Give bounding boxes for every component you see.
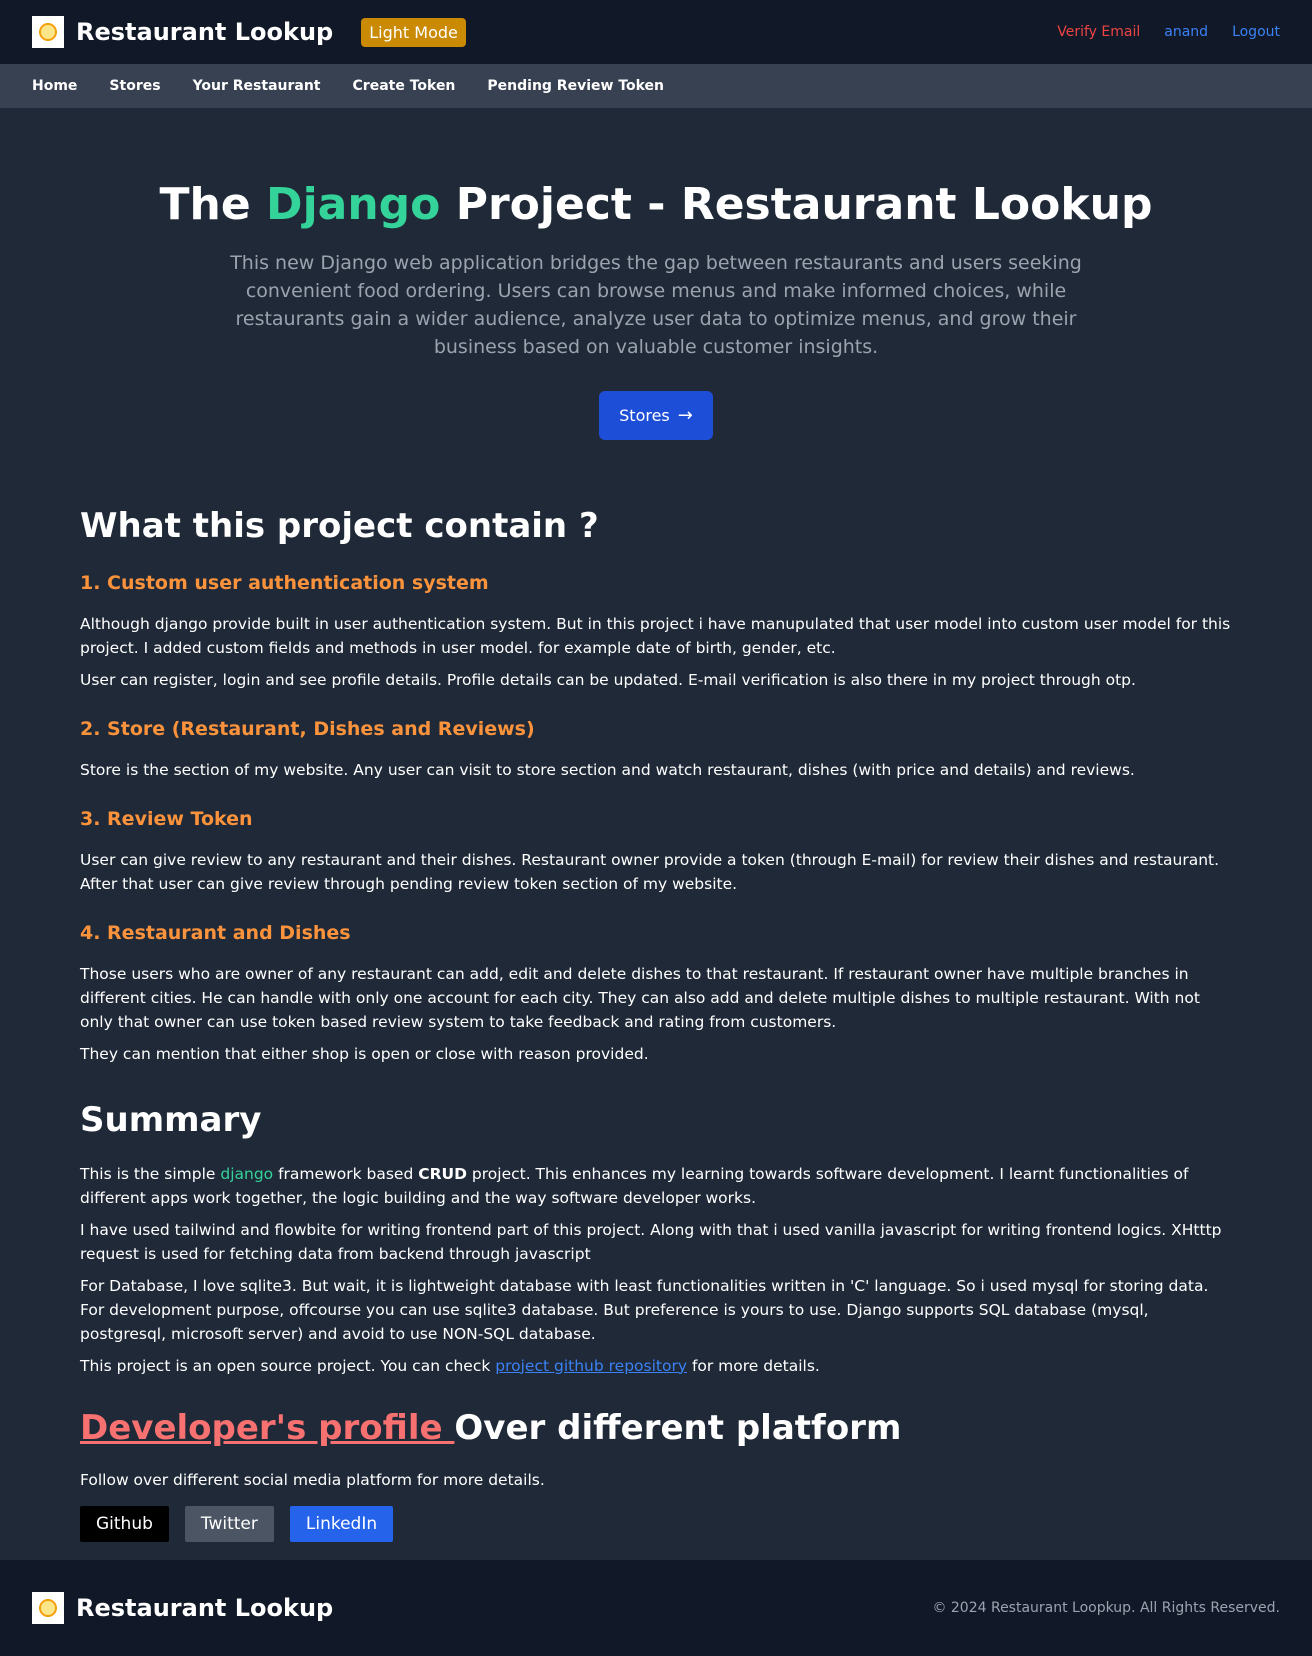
logout-link[interactable]: Logout xyxy=(1232,24,1280,40)
arrow-right-icon: → xyxy=(677,404,693,426)
github-button[interactable]: Github xyxy=(80,1505,169,1542)
verify-email-link[interactable]: Verify Email xyxy=(1057,24,1140,40)
contains-title: What this project contain ? xyxy=(80,505,599,546)
developers-profile-link[interactable]: Developer's profile xyxy=(80,1408,454,1448)
stores-cta-label: Stores xyxy=(619,405,670,425)
developer-profile-title: Developer's profile Over different platf… xyxy=(80,1407,902,1448)
page-title: The Django Project - Restaurant Lookup xyxy=(159,179,1153,230)
page-footer: Restaurant Lookup © 2024 Restaurant Loop… xyxy=(0,1560,1312,1656)
section-paragraph: Those users who are owner of any restaur… xyxy=(80,964,1200,1031)
restaurant-logo-icon xyxy=(32,16,64,48)
light-mode-toggle-button[interactable]: Light Mode xyxy=(361,17,466,47)
section-paragraph: Store is the section of my website. Any … xyxy=(80,760,1135,779)
nav-item-home[interactable]: Home xyxy=(32,78,77,94)
nav-item-pending-review-token[interactable]: Pending Review Token xyxy=(487,78,664,94)
summary-paragraph: I have used tailwind and flowbite for wr… xyxy=(80,1220,1222,1263)
github-repository-link[interactable]: project github repository xyxy=(495,1357,687,1375)
twitter-button[interactable]: Twitter xyxy=(184,1505,274,1542)
section-paragraph: User can register, login and see profile… xyxy=(80,670,1136,689)
section-heading: 1. Custom user authentication system xyxy=(80,571,489,594)
section-heading: 3. Review Token xyxy=(80,807,253,830)
top-header: Restaurant Lookup Light Mode Verify Emai… xyxy=(0,0,1312,64)
restaurant-logo-icon xyxy=(32,1592,64,1624)
nav-item-stores[interactable]: Stores xyxy=(109,78,160,94)
nav-item-your-restaurant[interactable]: Your Restaurant xyxy=(193,78,321,94)
section-paragraph: They can mention that either shop is ope… xyxy=(80,1044,649,1063)
summary-paragraph: This project is an open source project. … xyxy=(80,1356,820,1375)
social-buttons: Github Twitter LinkedIn xyxy=(80,1505,1232,1542)
section-paragraph: Although django provide built in user au… xyxy=(80,614,1231,657)
summary-paragraph: This is the simple django framework base… xyxy=(80,1164,1189,1207)
django-highlight: django xyxy=(220,1164,274,1183)
section-heading: 4. Restaurant and Dishes xyxy=(80,921,351,944)
crud-highlight: CRUD xyxy=(418,1164,467,1183)
account-links: Verify Email anand Logout xyxy=(1057,24,1280,40)
hero-description: This new Django web application bridges … xyxy=(230,251,1082,358)
section-paragraph: User can give review to any restaurant a… xyxy=(80,850,1220,893)
brand[interactable]: Restaurant Lookup Light Mode xyxy=(32,16,466,48)
summary-title: Summary xyxy=(80,1099,262,1140)
user-profile-link[interactable]: anand xyxy=(1164,24,1208,40)
main-nav: Home Stores Your Restaurant Create Token… xyxy=(0,64,1312,108)
summary-paragraph: For Database, I love sqlite3. But wait, … xyxy=(80,1276,1209,1343)
title-django-accent: Django xyxy=(266,179,441,230)
footer-brand[interactable]: Restaurant Lookup xyxy=(32,1592,333,1624)
brand-name[interactable]: Restaurant Lookup xyxy=(76,18,333,46)
developer-text: Follow over different social media platf… xyxy=(80,1470,545,1489)
main-content: What this project contain ? 1. Custom us… xyxy=(0,440,1312,1542)
stores-cta-button[interactable]: Stores → xyxy=(599,390,713,440)
hero-section: The Django Project - Restaurant Lookup T… xyxy=(0,108,1312,440)
linkedin-button[interactable]: LinkedIn xyxy=(289,1505,394,1542)
nav-item-create-token[interactable]: Create Token xyxy=(353,78,456,94)
copyright-text: © 2024 Restaurant Loopkup. All Rights Re… xyxy=(932,1600,1280,1616)
footer-brand-name[interactable]: Restaurant Lookup xyxy=(76,1594,333,1622)
section-heading: 2. Store (Restaurant, Dishes and Reviews… xyxy=(80,717,535,740)
